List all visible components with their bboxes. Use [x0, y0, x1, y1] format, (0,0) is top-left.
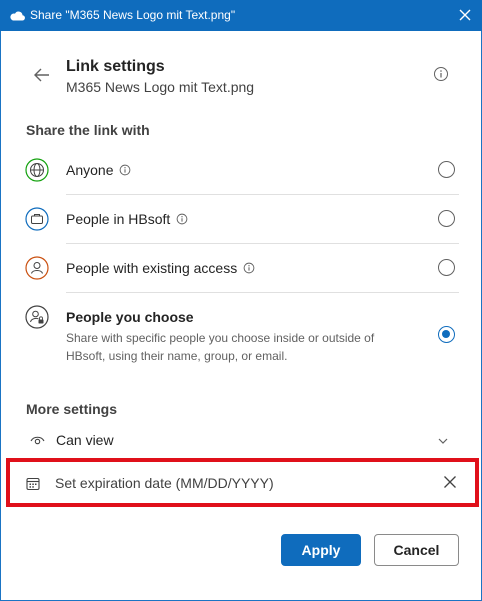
radio-existing-access[interactable]	[438, 259, 455, 276]
radio-anyone[interactable]	[438, 161, 455, 178]
cancel-button[interactable]: Cancel	[374, 534, 459, 566]
info-icon[interactable]	[176, 213, 188, 225]
option-label: People in HBsoft	[66, 211, 188, 227]
option-people-in-org[interactable]: People in HBsoft	[25, 207, 459, 231]
eye-icon	[30, 436, 45, 445]
onedrive-cloud-icon	[10, 11, 25, 21]
close-icon[interactable]	[456, 6, 474, 24]
clear-icon[interactable]	[441, 473, 459, 491]
person-lock-icon	[25, 305, 49, 329]
expiration-placeholder: Set expiration date (MM/DD/YYYY)	[55, 475, 274, 491]
window-title: Share "M365 News Logo mit Text.png"	[30, 8, 236, 22]
divider	[66, 292, 459, 293]
back-arrow-icon[interactable]	[31, 64, 53, 86]
info-icon[interactable]	[243, 262, 255, 274]
apply-button[interactable]: Apply	[281, 534, 361, 566]
page-title: Link settings	[66, 58, 165, 75]
divider	[66, 194, 459, 195]
expiration-date-field[interactable]: Set expiration date (MM/DD/YYYY)	[6, 458, 479, 507]
calendar-icon	[26, 477, 40, 491]
option-label: Anyone	[66, 162, 131, 178]
option-existing-access[interactable]: People with existing access	[25, 256, 459, 280]
permission-dropdown[interactable]: Can view	[26, 429, 456, 453]
title-bar: Share "M365 News Logo mit Text.png"	[0, 0, 482, 31]
option-label: People with existing access	[66, 260, 255, 276]
option-anyone[interactable]: Anyone	[25, 158, 459, 182]
more-settings-label: More settings	[26, 401, 118, 417]
option-description: Share with specific people you choose in…	[66, 331, 375, 363]
info-icon[interactable]	[433, 66, 449, 82]
chevron-down-icon	[438, 438, 448, 444]
file-name: M365 News Logo mit Text.png	[66, 79, 255, 95]
globe-icon	[25, 158, 49, 182]
option-people-you-choose[interactable]: People you choose Share with specific pe…	[25, 305, 459, 365]
divider	[66, 243, 459, 244]
share-dialog: Share "M365 News Logo mit Text.png" Link…	[0, 0, 482, 601]
briefcase-icon	[25, 207, 49, 231]
permission-label: Can view	[56, 432, 114, 448]
person-icon	[25, 256, 49, 280]
radio-people-you-choose[interactable]	[438, 326, 455, 343]
info-icon[interactable]	[119, 164, 131, 176]
option-label: People you choose	[66, 309, 194, 325]
share-with-label: Share the link with	[26, 122, 150, 138]
radio-people-in-org[interactable]	[438, 210, 455, 227]
